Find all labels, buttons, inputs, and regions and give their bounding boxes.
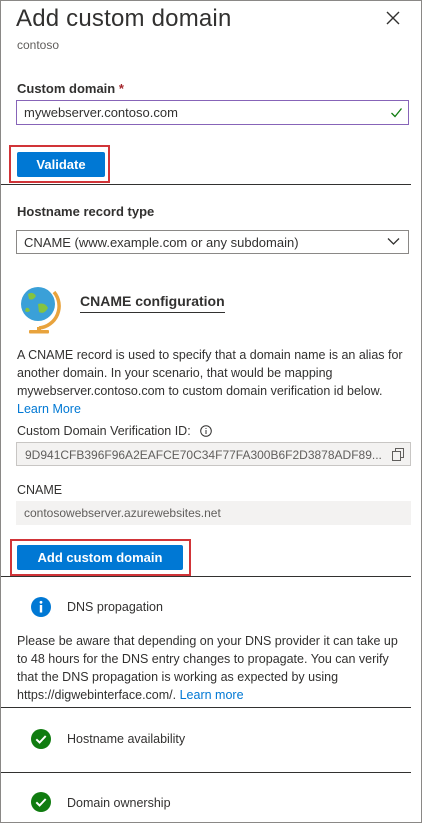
required-marker: * xyxy=(118,81,124,96)
cname-value: contosowebserver.azurewebsites.net xyxy=(24,506,221,520)
custom-domain-field[interactable] xyxy=(16,100,409,125)
check-row-hostname-availability: Hostname availability xyxy=(1,708,421,772)
hostname-record-type-dropdown[interactable]: CNAME (www.example.com or any subdomain) xyxy=(16,230,409,254)
hostname-record-type-label: Hostname record type xyxy=(17,204,155,219)
add-custom-domain-button[interactable]: Add custom domain xyxy=(17,545,183,570)
dns-learn-more-link[interactable]: Learn more xyxy=(180,688,244,702)
learn-more-link[interactable]: Learn More xyxy=(17,402,81,416)
check-row-domain-ownership: Domain ownership xyxy=(1,773,421,822)
verification-id-label: Custom Domain Verification ID: xyxy=(17,424,212,438)
validate-button[interactable]: Validate xyxy=(17,152,105,177)
cname-value-field[interactable]: contosowebserver.azurewebsites.net xyxy=(16,501,411,525)
cname-description-text: A CNAME record is used to specify that a… xyxy=(17,348,403,398)
custom-domain-label: Custom domain * xyxy=(17,81,124,96)
cname-description: A CNAME record is used to specify that a… xyxy=(17,346,409,418)
cname-label: CNAME xyxy=(17,483,63,497)
custom-domain-label-text: Custom domain xyxy=(17,81,116,96)
success-check-icon xyxy=(31,729,51,749)
divider xyxy=(1,184,411,185)
success-check-icon xyxy=(31,792,51,812)
info-icon xyxy=(31,597,51,617)
check-label: Domain ownership xyxy=(67,796,171,810)
custom-domain-input[interactable] xyxy=(24,105,364,120)
close-icon[interactable] xyxy=(385,10,401,26)
cname-configuration-title: CNAME configuration xyxy=(80,293,225,313)
checkmark-icon xyxy=(391,108,403,118)
copy-icon[interactable] xyxy=(392,448,404,461)
verification-id-value: 9D941CFB396F96A2EAFCE70C34F77FA300B6F2D3… xyxy=(25,448,382,462)
panel-subtitle: contoso xyxy=(17,38,60,52)
verification-id-field[interactable]: 9D941CFB396F96A2EAFCE70C34F77FA300B6F2D3… xyxy=(16,442,411,466)
info-icon[interactable] xyxy=(200,425,212,437)
globe-icon xyxy=(21,287,61,334)
verification-id-label-text: Custom Domain Verification ID: xyxy=(17,424,191,438)
dns-propagation-label: DNS propagation xyxy=(67,600,163,614)
dns-propagation-message: Please be aware that depending on your D… xyxy=(17,632,411,704)
hostname-record-type-value: CNAME (www.example.com or any subdomain) xyxy=(24,235,299,250)
panel-title: Add custom domain xyxy=(16,5,232,32)
add-custom-domain-panel: Add custom domain contoso Custom domain … xyxy=(0,0,422,823)
divider xyxy=(1,576,411,577)
chevron-down-icon xyxy=(387,238,400,245)
check-label: Hostname availability xyxy=(67,732,186,746)
